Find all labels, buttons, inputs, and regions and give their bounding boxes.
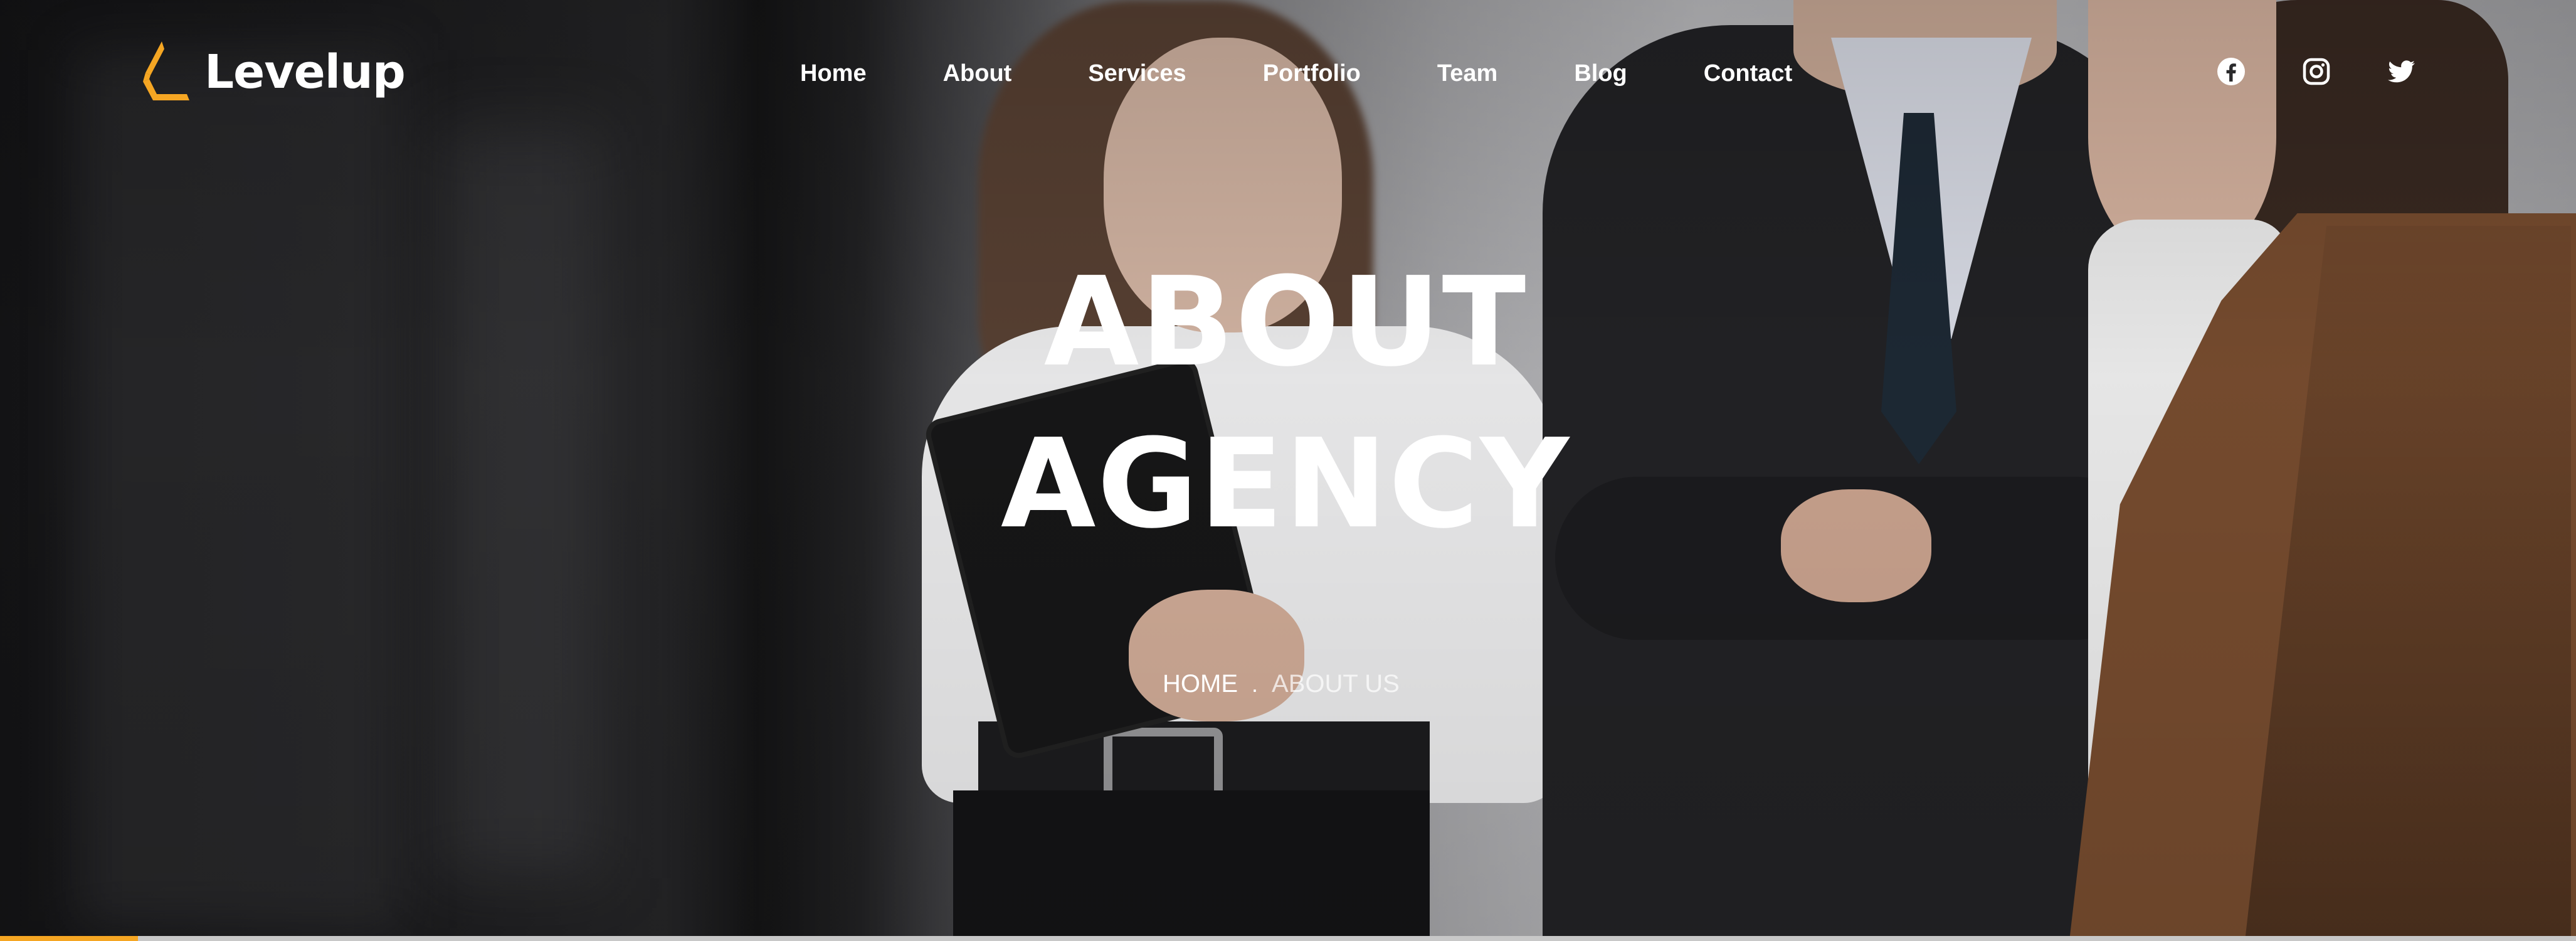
page-title-line-2: AGENCY	[1000, 413, 1571, 556]
site-header: Levelup Home About Services Portfolio Te…	[0, 0, 2576, 151]
main-navigation: Home About Services Portfolio Team Blog …	[800, 60, 1792, 87]
brand-name: Levelup	[204, 45, 406, 99]
page-title-line-1: ABOUT	[1043, 251, 1528, 394]
nav-item-portfolio[interactable]: Portfolio	[1263, 60, 1361, 87]
nav-item-contact[interactable]: Contact	[1704, 60, 1792, 87]
facebook-icon[interactable]	[2216, 56, 2246, 87]
nav-item-blog[interactable]: Blog	[1574, 60, 1627, 87]
nav-item-home[interactable]: Home	[800, 60, 867, 87]
social-links	[2216, 56, 2417, 87]
levelup-logo-icon	[143, 41, 189, 100]
hero-banner: Levelup Home About Services Portfolio Te…	[0, 0, 2576, 941]
bottom-divider	[0, 936, 2576, 941]
breadcrumb-home-link[interactable]: HOME	[1163, 670, 1238, 698]
page-title: ABOUT AGENCY	[966, 242, 1605, 565]
nav-item-services[interactable]: Services	[1088, 60, 1186, 87]
nav-item-about[interactable]: About	[943, 60, 1012, 87]
bottom-divider-accent	[0, 936, 138, 941]
instagram-icon[interactable]	[2301, 56, 2331, 87]
breadcrumb-separator: .	[1252, 671, 1259, 697]
twitter-icon[interactable]	[2387, 56, 2417, 87]
nav-item-team[interactable]: Team	[1437, 60, 1497, 87]
breadcrumb-current: ABOUT US	[1272, 670, 1400, 698]
breadcrumb: HOME. ABOUT US	[1163, 670, 1400, 698]
brand-logo-link[interactable]: Levelup	[137, 38, 406, 107]
